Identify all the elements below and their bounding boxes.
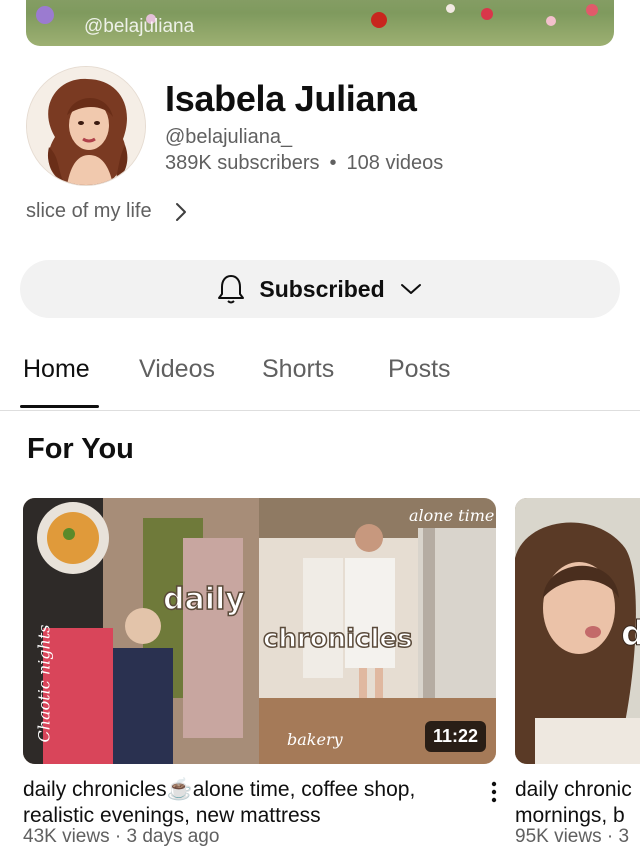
bell-icon [218,275,245,304]
tab-shorts[interactable]: Shorts [262,355,334,411]
subscribed-button[interactable]: Subscribed [20,260,620,318]
tab-home[interactable]: Home [23,355,90,411]
thumbnail-overlay-letter: d [620,614,640,655]
channel-about-link[interactable]: slice of my life [26,200,188,223]
video-title[interactable]: daily chronicles☕️alone time, coffee sho… [23,777,473,829]
video-count: 108 videos [346,152,444,174]
thumbnail-overlay-alone-time: alone time [409,506,495,525]
section-title: For You [27,433,134,465]
channel-stats: 389K subscribers • 108 videos [165,152,443,175]
thumbnail-overlay-chaotic-nights: Chaotic nights [34,624,54,743]
channel-description: slice of my life [26,200,152,222]
banner-flower [546,16,556,26]
tab-posts[interactable]: Posts [388,355,451,411]
subscriber-count: 389K subscribers [165,152,320,174]
chevron-down-icon [400,284,421,294]
channel-name: Isabela Juliana [165,78,417,119]
duration-badge: 11:22 [424,721,486,752]
banner-flower [586,4,598,16]
video-meta: 95K views · 3 [515,826,630,847]
more-vert-icon[interactable] [488,780,500,804]
thumbnail-overlay-bakery: bakery [287,730,343,749]
video-title-line: daily chronic [515,778,632,801]
channel-handle: @belajuliana_ [165,126,293,148]
chevron-right-icon [175,202,186,221]
active-tab-indicator [20,405,99,408]
video-meta: 43K views · 3 days ago [23,826,220,847]
thumbnail-overlay-chronicles: chronicles [262,623,413,655]
banner-flower [446,4,455,13]
avatar[interactable] [26,66,146,186]
video-title[interactable]: daily chronic mornings, b [515,777,640,829]
avatar-illustration [27,67,145,185]
stats-separator: • [329,152,337,174]
video-thumbnail[interactable]: d [515,498,640,764]
channel-tabs: Home Videos Shorts Posts [0,355,640,411]
video-thumbnail[interactable]: daily chronicles alone time bakery Chaot… [23,498,496,764]
channel-banner: @belajuliana [26,0,614,46]
banner-flower [371,12,387,28]
banner-handle: @belajuliana [84,16,195,37]
banner-flower [36,6,54,24]
thumbnail-overlay-daily: daily [162,581,245,618]
subscribed-label: Subscribed [259,275,385,302]
tab-videos[interactable]: Videos [139,355,215,411]
banner-flower [481,8,493,20]
